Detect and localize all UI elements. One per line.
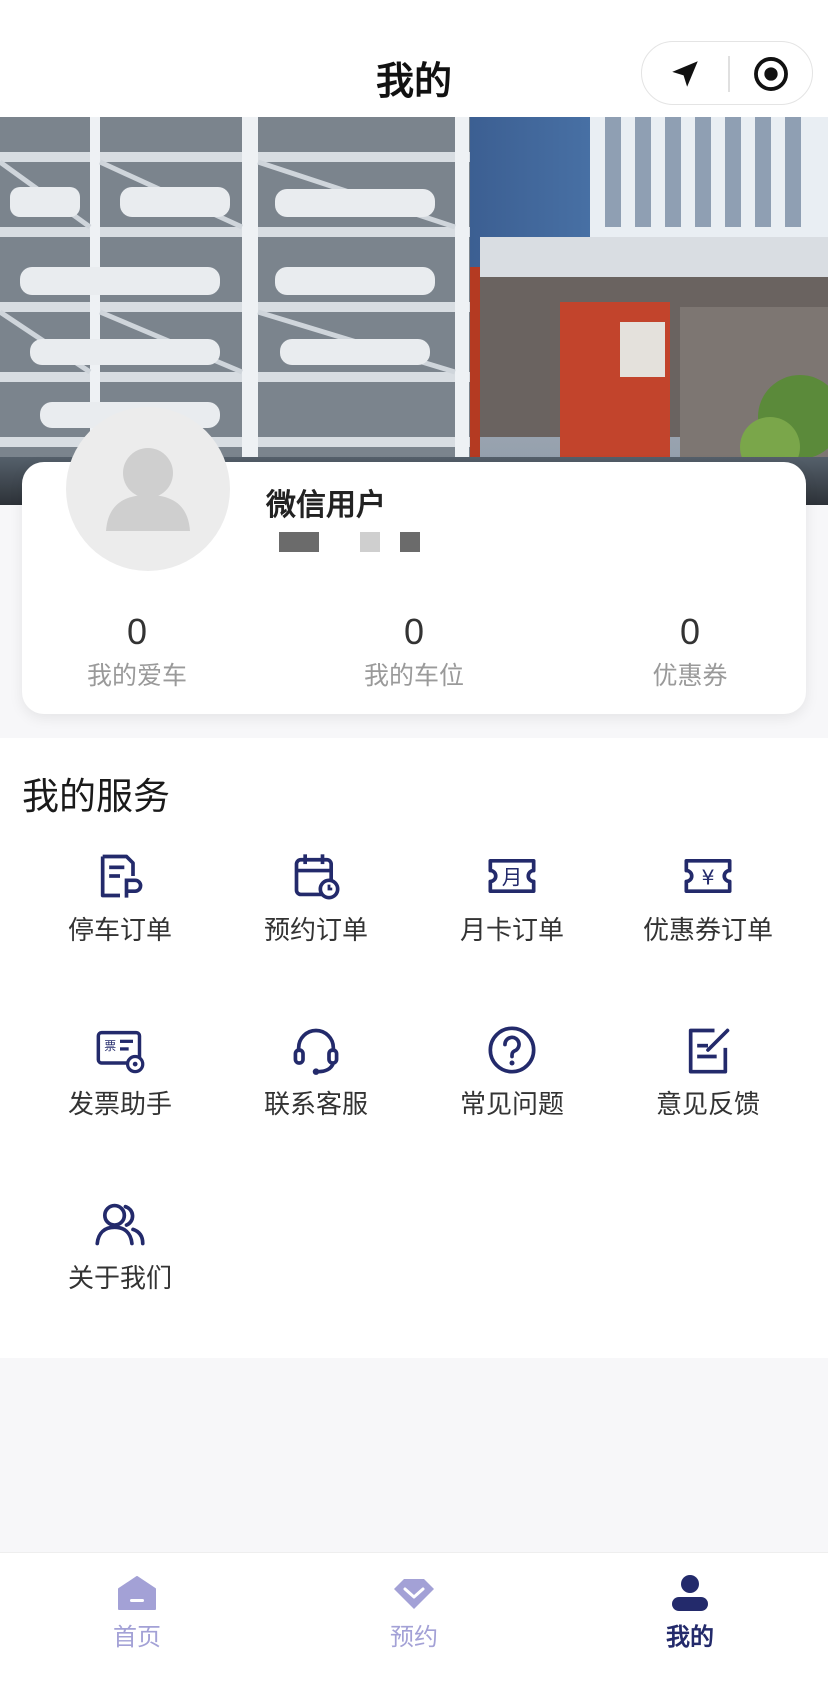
calendar-clock-icon bbox=[294, 854, 340, 900]
diamond-icon bbox=[394, 1579, 434, 1609]
mini-program-capsule bbox=[641, 41, 813, 105]
person-silhouette-icon bbox=[106, 448, 190, 531]
yen-coupon-icon: ¥ bbox=[684, 858, 732, 894]
service-customer-support[interactable]: 联系客服 bbox=[218, 1024, 414, 1154]
tab-reserve[interactable]: 预约 bbox=[314, 1553, 514, 1689]
location-arrow-icon bbox=[672, 61, 698, 87]
avatar[interactable] bbox=[66, 407, 230, 571]
tab-mine[interactable]: 我的 bbox=[590, 1553, 790, 1689]
user-icon bbox=[672, 1575, 708, 1611]
service-label: 预约订单 bbox=[263, 916, 368, 946]
home-icon bbox=[118, 1576, 156, 1610]
stat-my-cars[interactable]: 0 我的爱车 bbox=[37, 612, 237, 692]
svg-text:月: 月 bbox=[502, 866, 523, 890]
invoice-gear-icon: 票 bbox=[96, 1030, 145, 1074]
service-label: 关于我们 bbox=[67, 1264, 172, 1294]
service-label: 常见问题 bbox=[459, 1090, 564, 1120]
username: 微信用户 bbox=[266, 488, 386, 523]
service-about-us[interactable]: 关于我们 bbox=[22, 1198, 218, 1328]
question-circle-icon bbox=[488, 1026, 536, 1074]
stat-value: 0 bbox=[126, 611, 148, 652]
service-faq[interactable]: 常见问题 bbox=[414, 1024, 610, 1154]
stat-label: 我的车位 bbox=[363, 661, 464, 690]
stat-label: 优惠券 bbox=[652, 661, 728, 690]
service-label: 停车订单 bbox=[67, 916, 172, 946]
service-invoice-assistant[interactable]: 票 发票助手 bbox=[22, 1024, 218, 1154]
tab-label: 预约 bbox=[390, 1623, 438, 1651]
headset-icon bbox=[293, 1028, 339, 1075]
target-circle-icon bbox=[754, 57, 788, 91]
stat-coupons[interactable]: 0 优惠券 bbox=[590, 612, 790, 692]
tab-label: 首页 bbox=[113, 1623, 161, 1651]
service-feedback[interactable]: 意见反馈 bbox=[610, 1024, 806, 1154]
service-label: 意见反馈 bbox=[655, 1090, 760, 1120]
location-button[interactable] bbox=[642, 42, 728, 106]
service-reservation-orders[interactable]: 预约订单 bbox=[218, 850, 414, 980]
tab-home[interactable]: 首页 bbox=[37, 1553, 237, 1689]
services-title: 我的服务 bbox=[22, 775, 170, 818]
close-program-button[interactable] bbox=[728, 42, 814, 106]
service-label: 联系客服 bbox=[263, 1090, 368, 1120]
stat-value: 0 bbox=[403, 611, 425, 652]
service-parking-orders[interactable]: 停车订单 bbox=[22, 850, 218, 980]
svg-text:¥: ¥ bbox=[701, 866, 714, 890]
month-ticket-icon: 月 bbox=[488, 858, 536, 894]
parking-order-icon bbox=[100, 854, 143, 898]
service-label: 发票助手 bbox=[67, 1090, 172, 1120]
stat-my-spaces[interactable]: 0 我的车位 bbox=[314, 612, 514, 692]
navigation-bar: 我的 bbox=[0, 0, 828, 117]
service-label: 月卡订单 bbox=[459, 916, 564, 946]
invoice-icon-text: 票 bbox=[104, 1039, 116, 1053]
tab-bar: 首页 预约 我的 bbox=[0, 1552, 828, 1689]
page: 我的 微信用户 0 我的爱车 0 我的车位 0 优惠券 我的服务 停车订单 预约… bbox=[0, 0, 828, 1689]
service-coupon-orders[interactable]: ¥ 优惠券订单 bbox=[610, 850, 806, 980]
tab-label: 我的 bbox=[666, 1623, 714, 1651]
stat-value: 0 bbox=[679, 611, 701, 652]
service-monthly-card-orders[interactable]: 月 月卡订单 bbox=[414, 850, 610, 980]
users-icon bbox=[95, 1203, 145, 1246]
service-label: 优惠券订单 bbox=[642, 916, 773, 946]
stat-label: 我的爱车 bbox=[86, 661, 187, 690]
edit-note-icon bbox=[688, 1028, 730, 1074]
